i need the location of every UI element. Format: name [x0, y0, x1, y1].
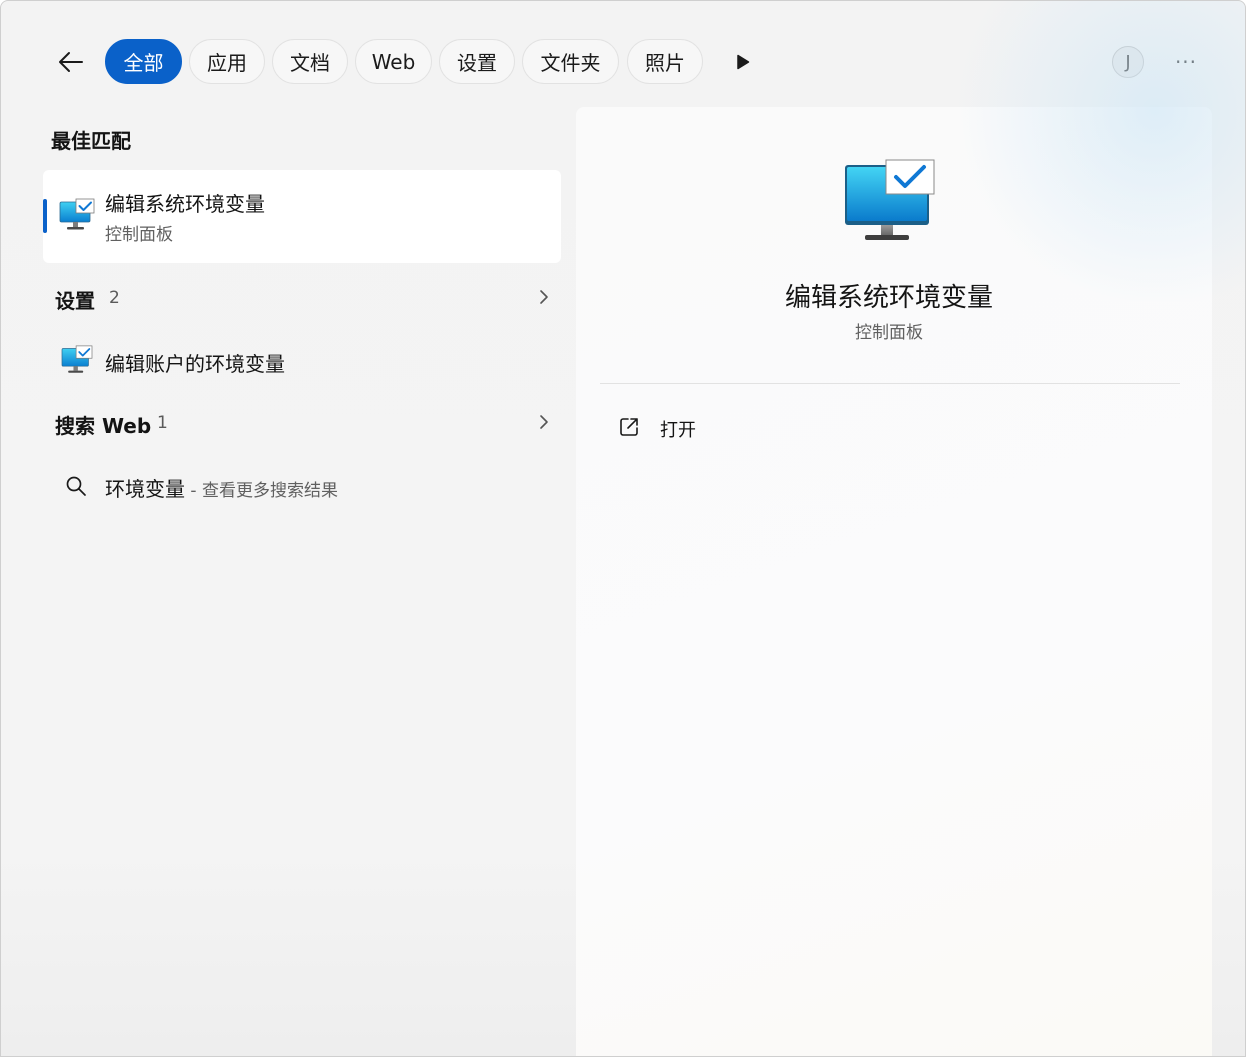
arrow-left-icon	[59, 52, 83, 72]
best-match-title: 编辑系统环境变量	[105, 192, 265, 216]
preview-subtitle: 控制面板	[855, 323, 923, 343]
web-search-result-item[interactable]: 环境变量 - 查看更多搜索结果	[43, 461, 561, 511]
chevron-right-icon	[539, 414, 549, 434]
web-search-hint: - 查看更多搜索结果	[185, 481, 338, 501]
web-group-title: 搜索 Web	[55, 414, 152, 438]
search-window: 全部 应用 文档 Web 设置 文件夹 照片 J ··· 最佳匹配 编辑系统环境…	[0, 0, 1246, 1057]
open-action-button[interactable]: 打开	[600, 405, 1180, 449]
tab-settings[interactable]: 设置	[439, 39, 515, 84]
settings-group-title: 设置	[55, 289, 95, 313]
web-group-header[interactable]: 搜索 Web 1	[43, 402, 561, 446]
web-group-count: 1	[157, 413, 168, 433]
system-properties-monitor-icon	[59, 198, 95, 236]
open-action-label: 打开	[660, 420, 696, 441]
preview-pane: 编辑系统环境变量 控制面板 打开	[576, 107, 1212, 1056]
system-properties-monitor-icon	[844, 159, 938, 247]
settings-result-item[interactable]: 编辑账户的环境变量	[43, 336, 561, 386]
tab-folders[interactable]: 文件夹	[522, 39, 619, 84]
web-search-label: 环境变量 - 查看更多搜索结果	[105, 473, 338, 502]
tab-documents[interactable]: 文档	[272, 39, 348, 84]
selection-indicator	[43, 199, 47, 233]
best-match-subtitle: 控制面板	[105, 225, 173, 245]
search-icon	[65, 475, 87, 501]
best-match-result[interactable]: 编辑系统环境变量 控制面板	[43, 170, 561, 263]
chevron-right-icon	[539, 289, 549, 309]
settings-result-label: 编辑账户的环境变量	[105, 352, 285, 376]
best-match-heading: 最佳匹配	[51, 129, 131, 153]
settings-group-count: 2	[109, 288, 120, 308]
open-external-icon	[618, 416, 640, 442]
tab-all[interactable]: 全部	[105, 39, 182, 84]
avatar[interactable]: J	[1112, 46, 1144, 78]
system-properties-monitor-icon	[61, 345, 93, 379]
more-filters-button[interactable]	[728, 49, 758, 75]
preview-title: 编辑系统环境变量	[784, 283, 993, 313]
preview-divider	[600, 383, 1180, 384]
tab-photos[interactable]: 照片	[627, 39, 703, 84]
tab-apps[interactable]: 应用	[189, 39, 265, 84]
settings-group-header[interactable]: 设置 2	[43, 277, 561, 321]
more-options-button[interactable]: ···	[1167, 49, 1205, 75]
back-button[interactable]	[51, 43, 91, 81]
tab-web[interactable]: Web	[355, 39, 432, 84]
play-triangle-icon	[737, 54, 750, 70]
web-search-query: 环境变量	[105, 477, 185, 501]
